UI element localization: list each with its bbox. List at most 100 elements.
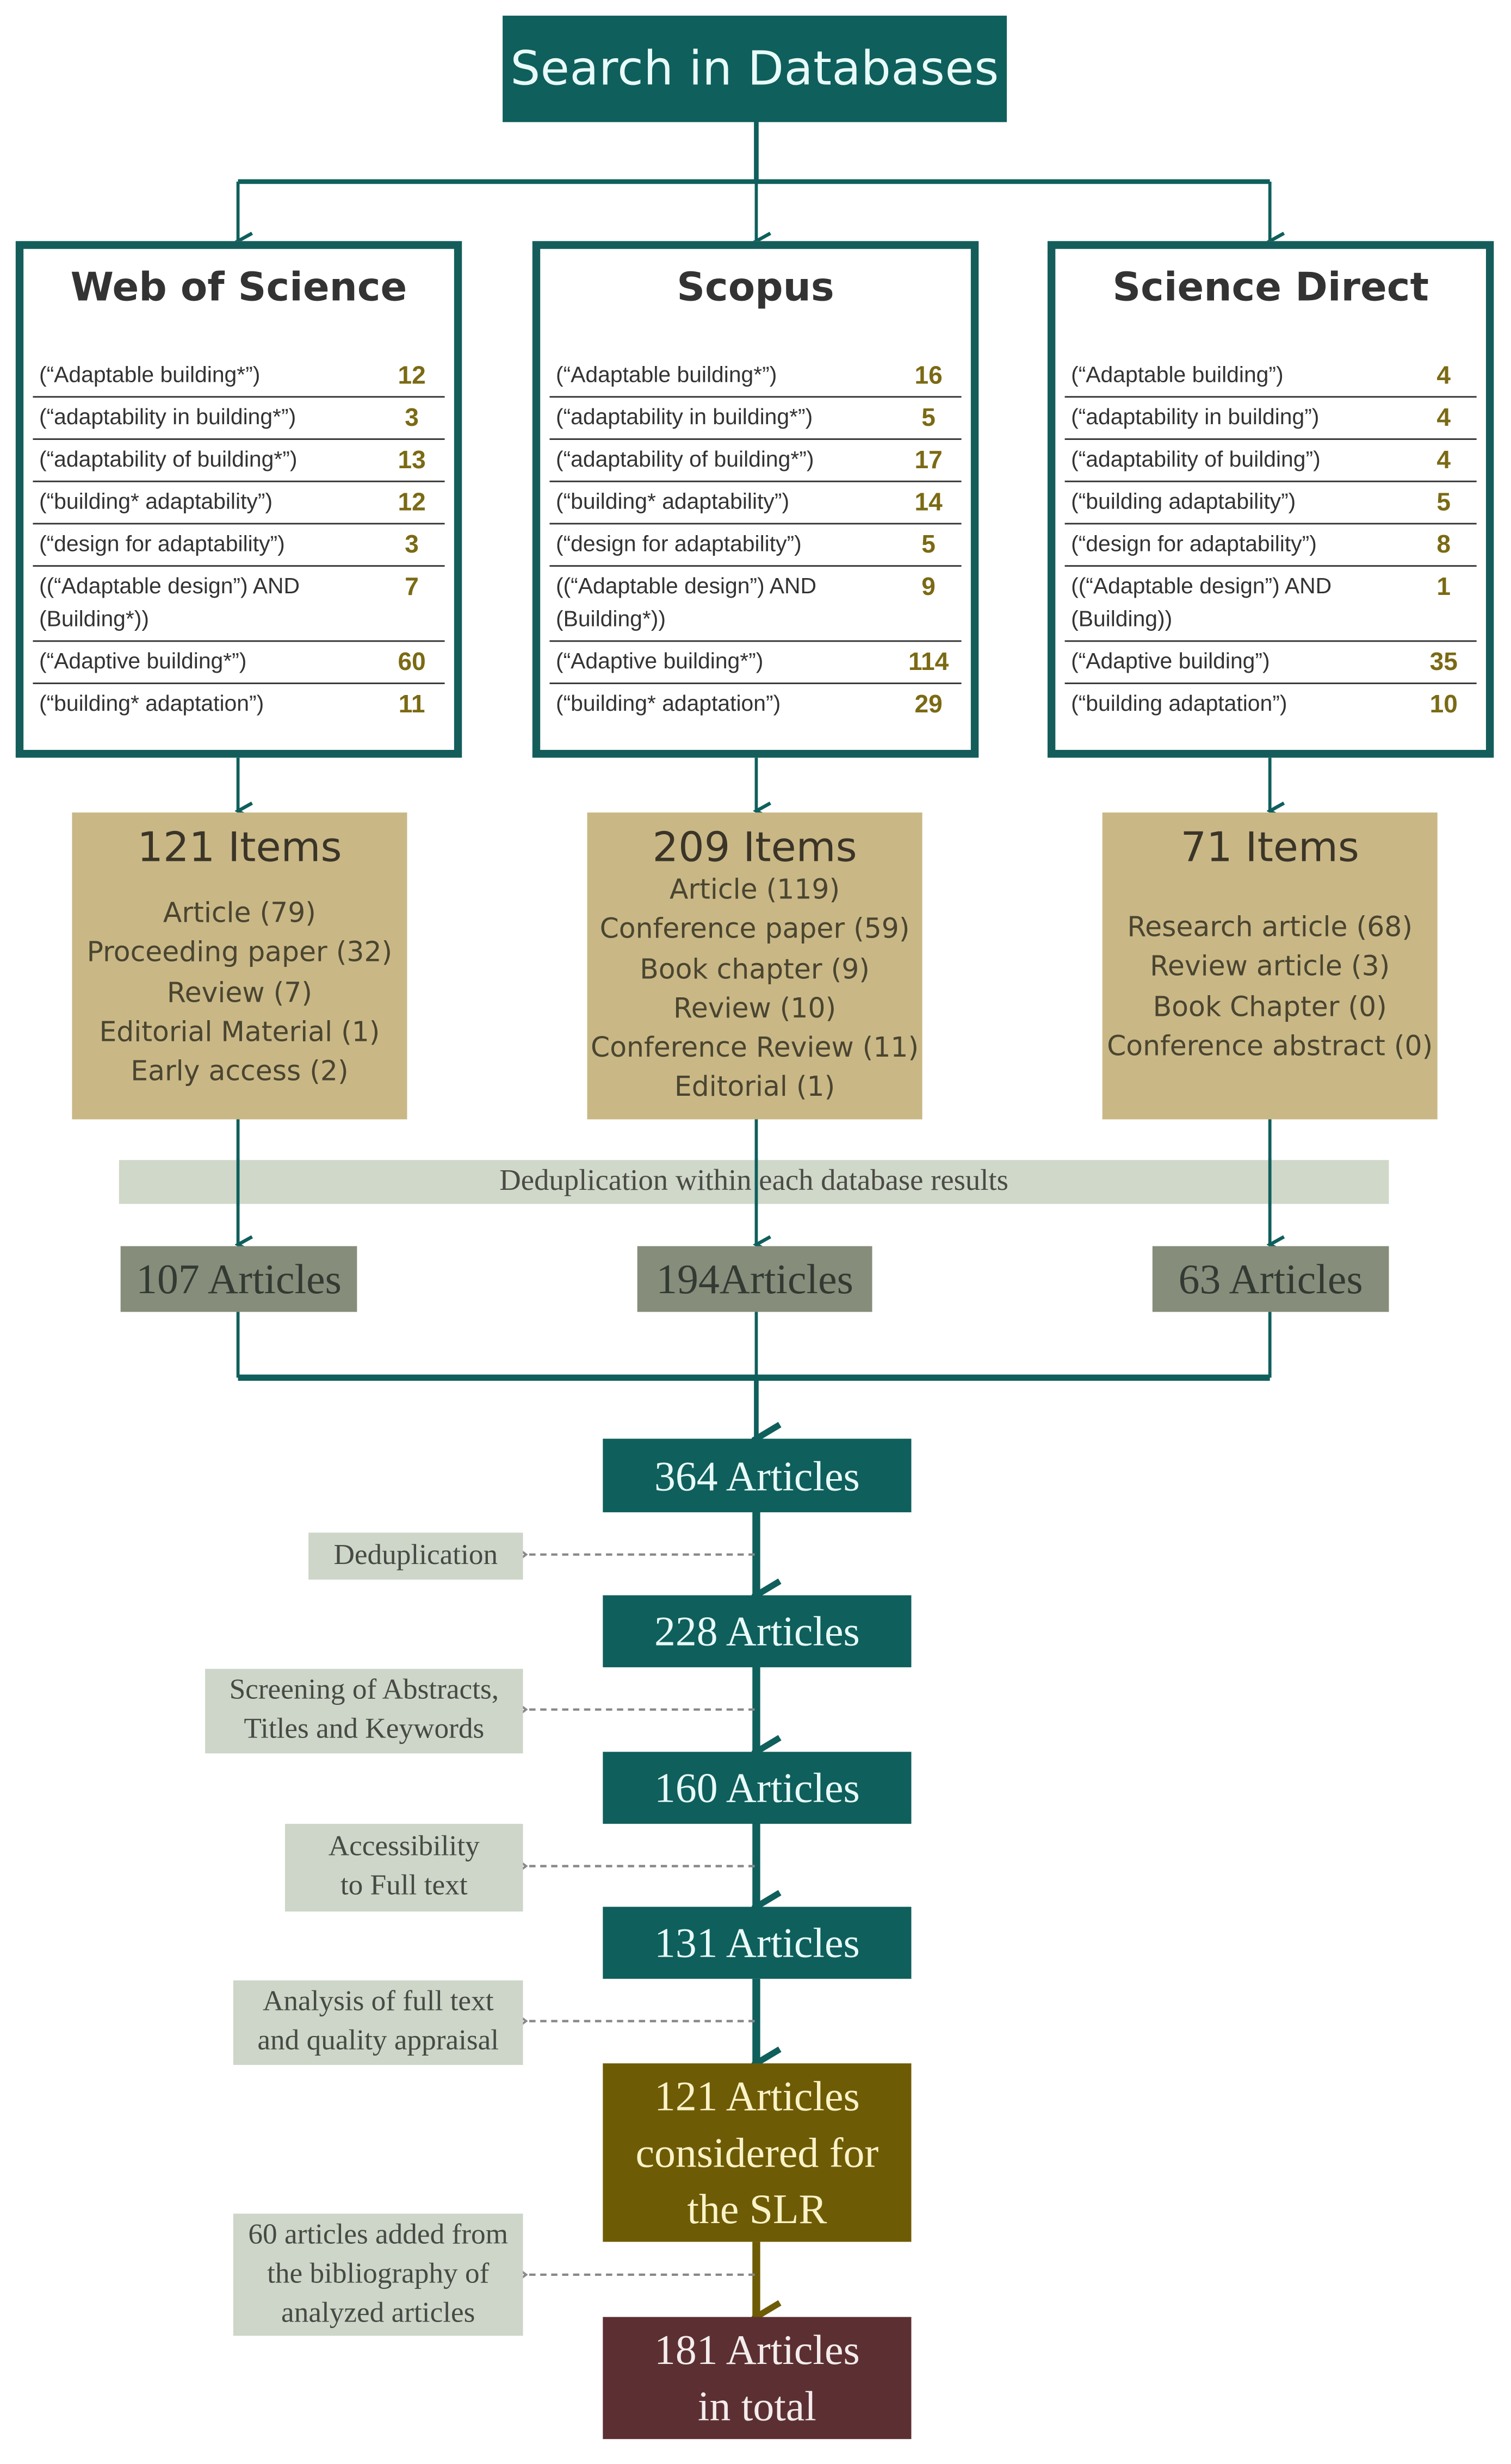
query-count: 17	[914, 448, 943, 475]
step-full-text-analysis: Analysis of full text and quality apprai…	[233, 1980, 523, 2065]
step-label: Accessibility to Full text	[328, 1832, 480, 1902]
query-count: 4	[1436, 448, 1451, 475]
query-text: (“adaptability in building”)	[1071, 405, 1320, 431]
items-box-science-direct: 71 Items Research article (68) Review art…	[1102, 812, 1438, 1120]
query-row: (“adaptability of building*”) 13	[33, 438, 445, 481]
db-box-web-of-science: Web of Science (“Adaptable building*”) 12…	[15, 241, 462, 758]
query-count: 9	[921, 574, 936, 601]
query-row: (“Adaptable building*”) 16	[549, 355, 961, 396]
stage-160-articles: 160 Articles	[603, 1752, 912, 1824]
query-text: (“adaptability of building*”)	[39, 448, 298, 473]
query-row: (“design for adaptability”) 8	[1064, 523, 1477, 566]
query-row: (“Adaptive building”) 35	[1064, 640, 1477, 682]
item-type: Review (7)	[166, 978, 313, 1009]
slr-flowchart: Search in Databases Web of Science (“Ada…	[0, 0, 1511, 2463]
query-row: (“building* adaptability”) 12	[33, 480, 445, 523]
query-text: (“Adaptive building*”)	[39, 649, 247, 675]
query-row: ((“Adaptable design”) AND (Building*)) 7	[33, 565, 445, 640]
query-row: (“adaptability of building”) 4	[1064, 438, 1477, 481]
query-text: ((“Adaptable design”) AND (Building))	[1071, 574, 1332, 633]
query-table: (“Adaptable building”) 4 (“adaptability in…	[1064, 355, 1477, 725]
query-count: 12	[398, 490, 426, 517]
query-text: (“building* adaptability”)	[39, 490, 273, 516]
query-count: 12	[398, 363, 426, 390]
db-box-science-direct: Science Direct (“Adaptable building”) 4 (“…	[1047, 241, 1494, 758]
dedup-within-label: Deduplication within each database resul…	[499, 1164, 1008, 1198]
item-type: Editorial Material (1)	[99, 1017, 380, 1049]
query-count: 4	[1436, 405, 1451, 432]
item-type: Early access (2)	[131, 1057, 349, 1089]
item-type: Book chapter (9)	[640, 954, 870, 986]
deduped-count: 63 Articles	[1178, 1255, 1363, 1302]
item-type: Conference paper (59)	[599, 915, 910, 946]
db-title: Science Direct	[1112, 264, 1429, 311]
step-label: Screening of Abstracts, Titles and Keywo…	[229, 1675, 499, 1746]
step-label: 60 articles added from the bibliography …	[248, 2219, 509, 2329]
query-text: (“design for adaptability”)	[1071, 532, 1317, 557]
query-text: (“Adaptable building*”)	[39, 363, 261, 388]
query-row: (“Adaptable building*”) 12	[33, 355, 444, 396]
query-count: 1	[1436, 574, 1451, 601]
items-box-web-of-science: 121 Items Article (79) Proceeding paper (…	[72, 812, 407, 1120]
query-count: 60	[398, 649, 426, 676]
query-row: (“design for adaptability”) 5	[549, 523, 962, 566]
query-text: (“building* adaptation”)	[39, 692, 264, 717]
item-type: Editorial (1)	[674, 1073, 835, 1104]
query-text: (“building* adaptation”)	[555, 692, 781, 717]
stage-label: 364 Articles	[654, 1452, 860, 1499]
query-row: (“building* adaptability”) 14	[549, 480, 962, 523]
query-text: (“design for adaptability”)	[39, 532, 285, 557]
query-text: ((“Adaptable design”) AND (Building*))	[555, 574, 816, 633]
item-type: Review article (3)	[1150, 952, 1390, 984]
query-row: (“design for adaptability”) 3	[33, 523, 445, 566]
step-label: Analysis of full text and quality apprai…	[257, 1987, 499, 2057]
step-full-text-access: Accessibility to Full text	[284, 1823, 523, 1912]
deduped-count: 107 Articles	[136, 1255, 342, 1302]
query-table: (“Adaptable building*”) 16 (“adaptability …	[549, 355, 962, 724]
query-text: (“building adaptation”)	[1071, 692, 1287, 717]
query-count: 11	[398, 692, 425, 719]
query-text: (“building* adaptability”)	[555, 490, 790, 516]
query-row: (“Adaptive building*”) 114	[549, 640, 962, 682]
step-bibliography-additions: 60 articles added from the bibliography …	[233, 2213, 523, 2336]
db-title: Scopus	[677, 264, 834, 311]
query-row: (“adaptability in building*”) 5	[549, 396, 962, 438]
query-row: (“building adaptation”) 10	[1064, 682, 1477, 725]
items-list: Article (119) Conference paper (59) Book c…	[587, 872, 922, 1109]
items-list: Research article (68) Review article (3) B…	[1103, 872, 1438, 1067]
query-count: 13	[398, 448, 426, 475]
step-screening: Screening of Abstracts, Titles and Keywo…	[205, 1668, 523, 1754]
stage-181-articles-total: 181 Articles in total	[603, 2317, 912, 2440]
query-text: (“building adaptability”)	[1071, 490, 1296, 516]
query-row: ((“Adaptable design”) AND (Building)) 1	[1064, 565, 1477, 640]
query-row: (“Adaptable building”) 4	[1065, 355, 1477, 396]
query-row: (“building adaptability”) 5	[1064, 480, 1477, 523]
item-type: Article (119)	[670, 875, 840, 907]
item-type: Article (79)	[163, 898, 316, 930]
query-row: (“adaptability of building*”) 17	[549, 438, 962, 481]
query-text: (“Adaptive building*”)	[555, 649, 764, 675]
query-text: (“design for adaptability”)	[555, 532, 802, 557]
query-text: ((“Adaptable design”) AND (Building*))	[39, 574, 300, 633]
query-row: (“Adaptive building*”) 60	[33, 640, 445, 682]
items-count: 209 Items	[652, 825, 857, 872]
stage-121-articles-slr: 121 Articles considered for the SLR	[603, 2063, 912, 2242]
query-count: 4	[1436, 363, 1451, 390]
item-type: Review (10)	[673, 994, 837, 1026]
deduped-box-web-of-science: 107 Articles	[120, 1246, 357, 1312]
query-count: 16	[914, 363, 943, 390]
query-count: 5	[921, 405, 936, 432]
query-text: (“adaptability of building”)	[1071, 448, 1321, 473]
query-count: 7	[405, 574, 419, 601]
stage-label: 228 Articles	[654, 1608, 860, 1655]
item-type: Proceeding paper (32)	[86, 938, 393, 970]
query-count: 29	[914, 692, 943, 719]
db-box-scopus: Scopus (“Adaptable building*”) 16 (“adapta…	[532, 241, 979, 758]
item-type: Book Chapter (0)	[1153, 991, 1387, 1023]
items-box-scopus: 209 Items Article (119) Conference paper …	[587, 812, 922, 1120]
query-count: 35	[1429, 649, 1458, 676]
stage-label: 131 Articles	[654, 1919, 860, 1966]
query-count: 3	[405, 405, 419, 432]
query-row: ((“Adaptable design”) AND (Building*)) 9	[549, 565, 962, 640]
item-type: Conference Review (11)	[591, 1033, 919, 1065]
